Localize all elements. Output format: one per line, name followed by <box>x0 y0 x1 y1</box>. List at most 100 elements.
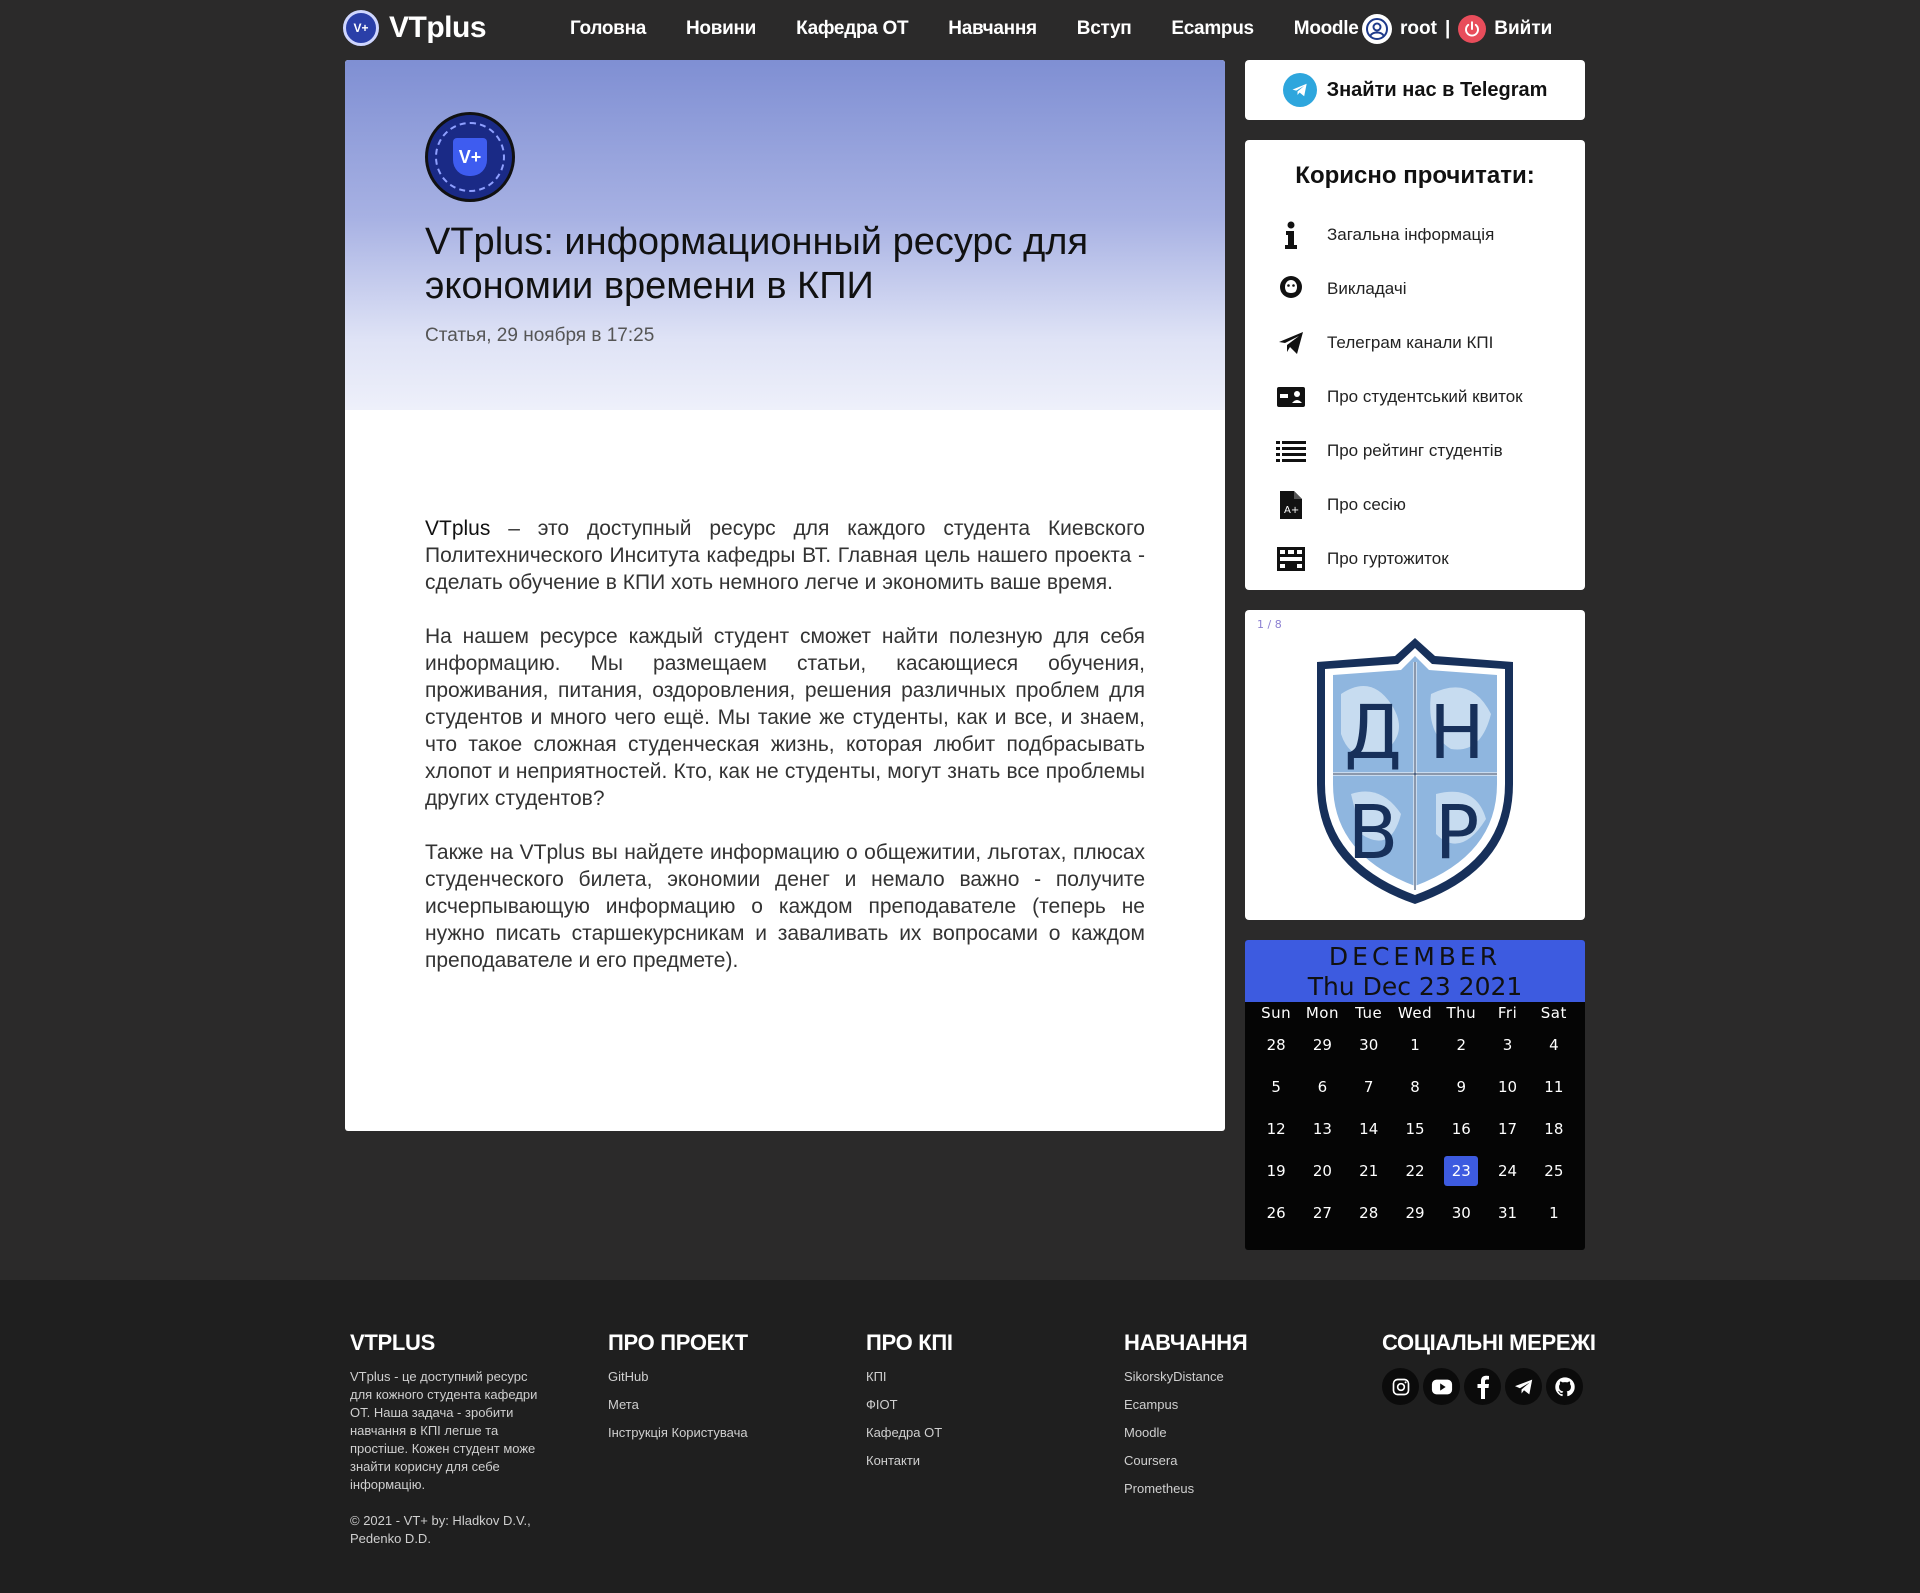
svg-text:A+: A+ <box>1284 505 1299 516</box>
calendar-day[interactable]: 29 <box>1299 1024 1345 1066</box>
useful-item-general-info[interactable]: Загальна інформація <box>1245 208 1585 262</box>
calendar-day[interactable]: 28 <box>1253 1024 1299 1066</box>
footer-link-department[interactable]: Кафедра ОТ <box>866 1424 953 1442</box>
teacher-icon <box>1275 273 1307 305</box>
useful-item-dormitory[interactable]: Про гуртожиток <box>1245 532 1585 586</box>
footer-link-github[interactable]: GitHub <box>608 1368 748 1386</box>
calendar-day[interactable]: 1 <box>1392 1024 1438 1066</box>
calendar-day-number: 1 <box>1410 1036 1420 1054</box>
nav-item-study[interactable]: Навчання <box>948 18 1037 40</box>
calendar-day-today[interactable]: 23 <box>1438 1150 1484 1192</box>
calendar-day-number: 20 <box>1312 1162 1332 1180</box>
power-icon[interactable] <box>1458 15 1487 43</box>
footer-link-contacts[interactable]: Контакти <box>866 1452 953 1470</box>
footer-link-coursera[interactable]: Coursera <box>1124 1452 1247 1470</box>
user-name[interactable]: root <box>1400 18 1437 40</box>
dnvr-shield-image: Д Н В Р <box>1317 638 1513 904</box>
calendar-day[interactable]: 2 <box>1438 1024 1484 1066</box>
calendar-weekday: Sat <box>1540 1004 1567 1022</box>
brand-link[interactable]: V+ VTplus <box>343 8 487 48</box>
calendar-day[interactable]: 13 <box>1299 1108 1345 1150</box>
github-icon[interactable] <box>1546 1368 1583 1405</box>
calendar-day[interactable]: 12 <box>1253 1108 1299 1150</box>
calendar-day[interactable]: 5 <box>1253 1066 1299 1108</box>
calendar-day[interactable]: 25 <box>1531 1150 1577 1192</box>
social-links <box>1382 1368 1596 1405</box>
footer-link-moodle[interactable]: Moodle <box>1124 1424 1247 1442</box>
useful-item-label: Про рейтинг студентів <box>1327 441 1503 460</box>
slide-letter-3: В <box>1348 790 1399 876</box>
footer-copyright: © 2021 - VT+ by: Hladkov D.V., Pedenko D… <box>350 1513 531 1546</box>
footer-link-goal[interactable]: Мета <box>608 1396 748 1414</box>
calendar-day[interactable]: 9 <box>1438 1066 1484 1108</box>
useful-item-student-card[interactable]: Про студентський квиток <box>1245 370 1585 424</box>
article-card: V+ VTplus: информационный ресурс для эко… <box>345 60 1225 1131</box>
calendar-day[interactable]: 10 <box>1484 1066 1530 1108</box>
main-nav: Головна Новини Кафедра ОТ Навчання Вступ… <box>570 0 1399 58</box>
calendar-day-number: 14 <box>1359 1120 1379 1138</box>
telegram-button[interactable]: Знайти нас в Telegram <box>1245 60 1585 120</box>
calendar-weekday: Mon <box>1305 1004 1339 1022</box>
calendar-day-number: 29 <box>1312 1036 1332 1054</box>
calendar-day[interactable]: 22 <box>1392 1150 1438 1192</box>
logout-link[interactable]: Вийти <box>1494 18 1552 40</box>
user-avatar-icon[interactable] <box>1362 14 1392 44</box>
calendar-day[interactable]: 18 <box>1531 1108 1577 1150</box>
calendar-day-number: 16 <box>1451 1120 1471 1138</box>
article-lead-word: VTplus <box>425 517 491 540</box>
footer-about-text: VTplus - це доступний ресурс для кожного… <box>350 1369 538 1492</box>
calendar-day[interactable]: 3 <box>1484 1024 1530 1066</box>
useful-reading-panel: Корисно прочитати: Загальна інформація В… <box>1245 140 1585 590</box>
calendar-day[interactable]: 17 <box>1484 1108 1530 1150</box>
grade-file-icon: A+ <box>1275 489 1307 521</box>
nav-item-home[interactable]: Головна <box>570 18 646 40</box>
nav-item-news[interactable]: Новини <box>686 18 756 40</box>
footer-link-ecampus[interactable]: Ecampus <box>1124 1396 1247 1414</box>
calendar-day-number: 26 <box>1266 1204 1286 1222</box>
footer-link-prometheus[interactable]: Prometheus <box>1124 1480 1247 1498</box>
useful-item-label: Викладачі <box>1327 279 1407 298</box>
calendar-day[interactable]: 4 <box>1531 1024 1577 1066</box>
useful-item-label: Про студентський квиток <box>1327 387 1523 406</box>
nav-item-department[interactable]: Кафедра ОТ <box>796 18 909 40</box>
calendar-day[interactable]: 30 <box>1438 1192 1484 1234</box>
instagram-icon[interactable] <box>1382 1368 1419 1405</box>
calendar-day[interactable]: 21 <box>1346 1150 1392 1192</box>
footer-link-sikorsky-distance[interactable]: SikorskyDistance <box>1124 1368 1247 1386</box>
calendar-day[interactable]: 27 <box>1299 1192 1345 1234</box>
calendar-weekday: Wed <box>1397 1004 1433 1022</box>
calendar-day[interactable]: 20 <box>1299 1150 1345 1192</box>
calendar-day[interactable]: 28 <box>1346 1192 1392 1234</box>
calendar-day[interactable]: 15 <box>1392 1108 1438 1150</box>
nav-item-ecampus[interactable]: Ecampus <box>1171 18 1254 40</box>
paper-plane-icon <box>1275 327 1307 359</box>
facebook-icon[interactable] <box>1464 1368 1501 1405</box>
calendar-day[interactable]: 1 <box>1531 1192 1577 1234</box>
youtube-icon[interactable] <box>1423 1368 1460 1405</box>
calendar-day[interactable]: 29 <box>1392 1192 1438 1234</box>
useful-item-student-rating[interactable]: Про рейтинг студентів <box>1245 424 1585 478</box>
footer-link-kpi[interactable]: КПІ <box>866 1368 953 1386</box>
calendar-day[interactable]: 11 <box>1531 1066 1577 1108</box>
calendar-day[interactable]: 31 <box>1484 1192 1530 1234</box>
calendar-day[interactable]: 26 <box>1253 1192 1299 1234</box>
calendar-day[interactable]: 6 <box>1299 1066 1345 1108</box>
calendar-day-number: 10 <box>1498 1078 1518 1096</box>
useful-item-session[interactable]: A+ Про сесію <box>1245 478 1585 532</box>
calendar-day[interactable]: 14 <box>1346 1108 1392 1150</box>
calendar-day[interactable]: 16 <box>1438 1108 1484 1150</box>
calendar-day[interactable]: 8 <box>1392 1066 1438 1108</box>
useful-item-teachers[interactable]: Викладачі <box>1245 262 1585 316</box>
calendar-day[interactable]: 30 <box>1346 1024 1392 1066</box>
calendar-day-number: 27 <box>1312 1204 1332 1222</box>
nav-item-admission[interactable]: Вступ <box>1077 18 1132 40</box>
footer-link-fiot[interactable]: ФІОТ <box>866 1396 953 1414</box>
nav-item-moodle[interactable]: Moodle <box>1294 18 1359 40</box>
telegram-icon[interactable] <box>1505 1368 1542 1405</box>
calendar-day[interactable]: 19 <box>1253 1150 1299 1192</box>
calendar-day[interactable]: 7 <box>1346 1066 1392 1108</box>
useful-item-telegram-channels[interactable]: Телеграм канали КПІ <box>1245 316 1585 370</box>
calendar-day[interactable]: 24 <box>1484 1150 1530 1192</box>
image-slider[interactable]: 1 / 8 Д Н В Р <box>1245 610 1585 920</box>
footer-link-user-guide[interactable]: Інструкція Користувача <box>608 1424 748 1442</box>
